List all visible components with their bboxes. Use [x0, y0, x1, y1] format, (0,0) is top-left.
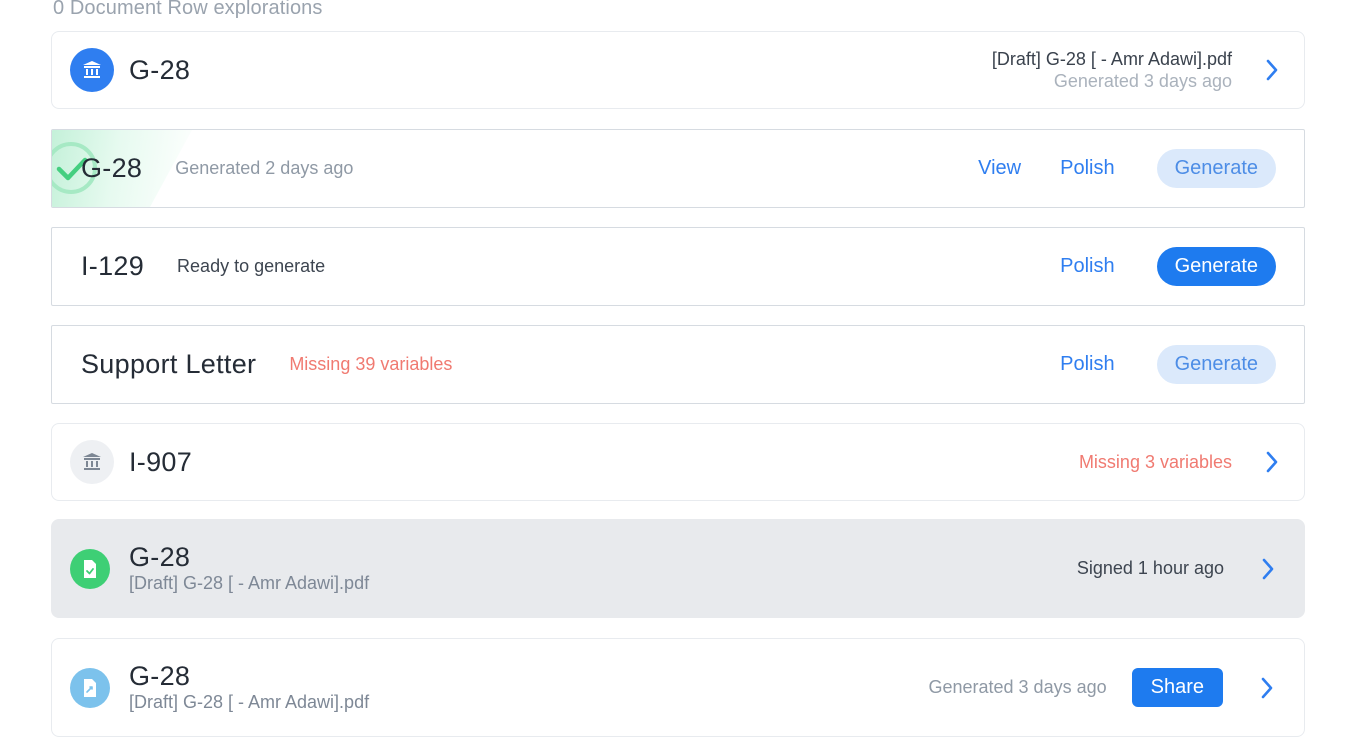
pdf-document-icon [70, 667, 110, 708]
file-name: [Draft] G-28 [ - Amr Adawi].pdf [129, 573, 370, 593]
document-title: G-28 [129, 542, 191, 572]
bank-icon [70, 48, 114, 92]
file-name: [Draft] G-28 [ - Amr Adawi].pdf [991, 49, 1232, 69]
view-button[interactable]: View [978, 157, 1021, 180]
document-rows-page: 0 Document Row explorations G-28 [Draft]… [0, 0, 1357, 738]
status-text: Missing 39 variables [289, 354, 453, 374]
chevron-right-icon[interactable] [1260, 55, 1284, 85]
document-title: G-28 [129, 661, 191, 691]
chevron-right-icon[interactable] [1255, 673, 1279, 703]
page-title: 0 Document Row explorations [53, 0, 323, 19]
signed-document-icon [70, 548, 110, 589]
status-text: Generated 3 days ago [928, 677, 1107, 697]
status-text: Generated 2 days ago [175, 158, 354, 178]
polish-button[interactable]: Polish [1060, 255, 1114, 278]
document-info: G-28 [Draft] G-28 [ - Amr Adawi].pdf [129, 662, 369, 713]
document-title: G-28 [129, 54, 191, 85]
generate-button[interactable]: Generate [1156, 149, 1276, 188]
document-row-g28-generated: G-28 Generated 2 days ago View Polish Ge… [51, 129, 1305, 208]
document-row-g28-signed[interactable]: G-28 [Draft] G-28 [ - Amr Adawi].pdf Sig… [51, 519, 1305, 618]
generate-button[interactable]: Generate [1156, 247, 1276, 286]
polish-button[interactable]: Polish [1060, 353, 1114, 376]
polish-button[interactable]: Polish [1060, 157, 1114, 180]
status-text: Signed 1 hour ago [1076, 558, 1224, 578]
document-row-support-letter: Support Letter Missing 39 variables Poli… [51, 325, 1305, 404]
chevron-right-icon[interactable] [1256, 554, 1280, 584]
document-title: I-129 [81, 251, 145, 281]
status-text: Generated 3 days ago [1053, 71, 1232, 91]
document-info: G-28 [Draft] G-28 [ - Amr Adawi].pdf [129, 543, 369, 594]
chevron-right-icon[interactable] [1260, 447, 1284, 477]
share-button[interactable]: Share [1131, 668, 1223, 707]
file-name: [Draft] G-28 [ - Amr Adawi].pdf [129, 692, 370, 712]
bank-icon [70, 440, 114, 484]
document-title: I-907 [129, 446, 193, 477]
document-row-i907[interactable]: I-907 Missing 3 variables [51, 423, 1305, 501]
status-text: Missing 3 variables [1078, 451, 1232, 472]
document-title: Support Letter [81, 349, 257, 379]
status-text: Ready to generate [177, 256, 326, 276]
document-meta: [Draft] G-28 [ - Amr Adawi].pdf Generate… [992, 48, 1232, 92]
document-row-i129: I-129 Ready to generate Polish Generate [51, 227, 1305, 306]
generate-button[interactable]: Generate [1156, 345, 1276, 384]
document-row-g28-draft[interactable]: G-28 [Draft] G-28 [ - Amr Adawi].pdf Gen… [51, 31, 1305, 109]
document-row-g28-share[interactable]: G-28 [Draft] G-28 [ - Amr Adawi].pdf Gen… [51, 638, 1305, 737]
document-title: G-28 [81, 153, 143, 183]
